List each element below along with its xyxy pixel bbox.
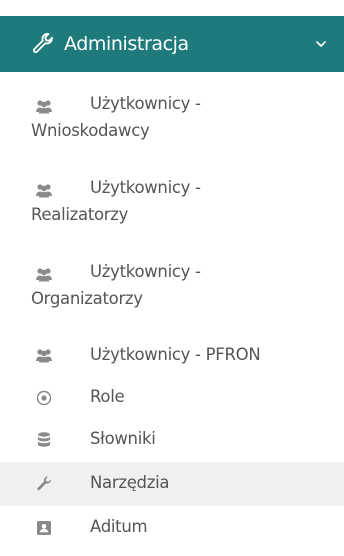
menu-item-label-line2: Realizatorzy bbox=[31, 205, 129, 224]
menu-item-label: Użytkownicy - PFRON bbox=[90, 345, 261, 364]
menu-item-aditum[interactable]: Aditum bbox=[0, 508, 344, 548]
menu-item-label: Aditum bbox=[90, 517, 148, 536]
menu-item-label-line1: Użytkownicy - bbox=[90, 178, 201, 197]
menu-item-label-line1: Użytkownicy - bbox=[90, 94, 201, 113]
admin-menu-title: Administracja bbox=[64, 33, 189, 55]
menu-item-label-line2: Organizatorzy bbox=[31, 289, 143, 308]
menu-item-label: Słowniki bbox=[90, 429, 156, 448]
id-card-icon bbox=[37, 521, 51, 535]
database-icon bbox=[38, 432, 50, 447]
menu-item-users-pfron[interactable]: Użytkownicy - PFRON bbox=[0, 336, 344, 376]
wrench-icon bbox=[33, 33, 53, 53]
menu-item-tools[interactable]: Narzędzia bbox=[0, 462, 344, 506]
menu-item-dictionaries[interactable]: Słowniki bbox=[0, 420, 344, 460]
users-icon bbox=[36, 349, 52, 363]
chevron-down-icon[interactable] bbox=[314, 38, 328, 50]
menu-item-label-line1: Użytkownicy - bbox=[90, 262, 201, 281]
users-icon bbox=[36, 184, 52, 198]
admin-menu-page: Administracja Użytkownicy - Wnioskodawcy bbox=[0, 0, 344, 556]
menu-item-roles[interactable]: Role bbox=[0, 378, 344, 418]
admin-menu-header[interactable]: Administracja bbox=[0, 16, 344, 72]
menu-item-users-implementers[interactable]: Użytkownicy - Realizatorzy bbox=[0, 172, 344, 244]
wrench-icon bbox=[37, 476, 51, 491]
users-icon bbox=[36, 268, 52, 282]
menu-item-label: Role bbox=[90, 387, 125, 406]
menu-item-users-applicants[interactable]: Użytkownicy - Wnioskodawcy bbox=[0, 88, 344, 160]
menu-item-label: Narzędzia bbox=[90, 473, 170, 492]
menu-item-users-organizers[interactable]: Użytkownicy - Organizatorzy bbox=[0, 256, 344, 328]
target-circle-icon bbox=[36, 390, 52, 406]
users-icon bbox=[36, 100, 52, 114]
menu-item-label-line2: Wnioskodawcy bbox=[31, 121, 150, 140]
